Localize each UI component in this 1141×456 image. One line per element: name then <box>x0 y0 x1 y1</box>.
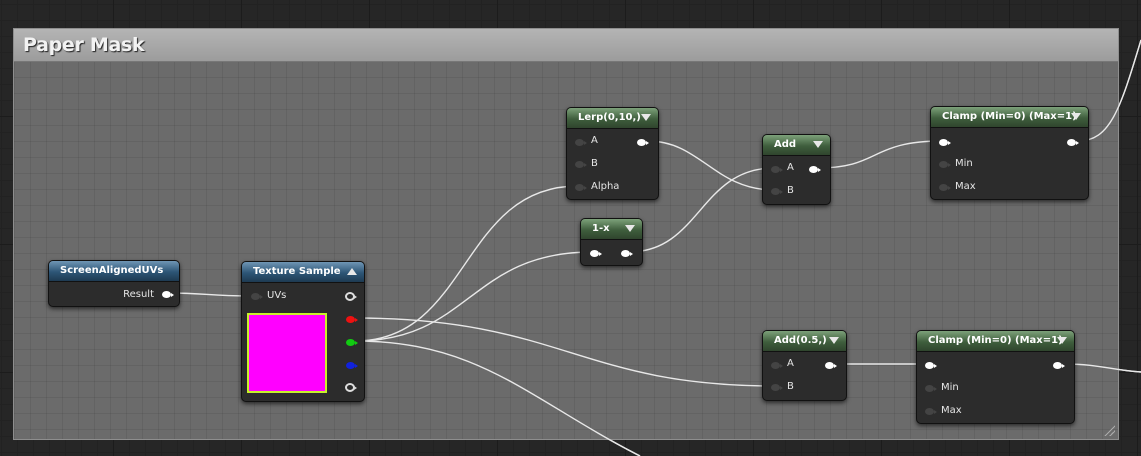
pin-label-uvs: UVs <box>267 290 287 301</box>
pin-label-b: B <box>591 158 598 169</box>
node-add[interactable]: Add A B <box>762 134 831 205</box>
output-pin[interactable] <box>809 166 821 173</box>
node-lerp[interactable]: Lerp(0,10,) A B Alpha <box>566 107 659 200</box>
node-texture-sample[interactable]: Texture Sample UVs <box>241 261 365 402</box>
pin-label-b: B <box>787 381 794 392</box>
node-header[interactable]: ScreenAlignedUVs <box>49 261 179 282</box>
node-clamp-top[interactable]: Clamp (Min=0) (Max=1) Min Max <box>930 106 1089 200</box>
input-pin-value[interactable] <box>939 139 951 146</box>
collapse-arrow-icon[interactable] <box>641 114 651 121</box>
collapse-arrow-icon[interactable] <box>1071 113 1081 120</box>
input-pin-b[interactable] <box>575 161 587 168</box>
input-pin-min[interactable] <box>925 385 937 392</box>
pin-label-a: A <box>591 135 598 146</box>
collapse-arrow-icon[interactable] <box>1057 337 1067 344</box>
pin-label-a: A <box>787 162 794 173</box>
pin-label-min: Min <box>955 158 973 169</box>
input-pin-b[interactable] <box>771 188 783 195</box>
output-pin-b[interactable] <box>346 362 358 369</box>
collapse-arrow-icon[interactable] <box>347 268 357 275</box>
input-pin-max[interactable] <box>925 408 937 415</box>
node-one-minus[interactable]: 1-x <box>580 218 643 266</box>
input-pin-a[interactable] <box>575 139 587 146</box>
node-screen-aligned-uvs[interactable]: ScreenAlignedUVs Result <box>48 260 180 307</box>
node-header[interactable]: Lerp(0,10,) <box>567 108 658 129</box>
pin-label-max: Max <box>955 181 976 192</box>
node-title: Clamp (Min=0) (Max=1) <box>942 111 1077 122</box>
input-pin-value[interactable] <box>925 362 937 369</box>
node-title: Add <box>774 139 797 150</box>
node-clamp-bottom[interactable]: Clamp (Min=0) (Max=1) Min Max <box>916 330 1075 424</box>
output-pin[interactable] <box>637 139 649 146</box>
node-header[interactable]: Clamp (Min=0) (Max=1) <box>931 107 1088 128</box>
input-pin-uvs[interactable] <box>251 293 263 300</box>
input-pin-a[interactable] <box>771 362 783 369</box>
node-header[interactable]: Texture Sample <box>242 262 364 283</box>
node-title: Texture Sample <box>253 266 341 277</box>
pin-label-a: A <box>787 358 794 369</box>
output-pin-r[interactable] <box>346 316 358 323</box>
output-pin[interactable] <box>825 362 837 369</box>
node-title: Clamp (Min=0) (Max=1) <box>928 335 1063 346</box>
node-title: Add(0.5,) <box>774 335 827 346</box>
node-title: ScreenAlignedUVs <box>60 265 164 276</box>
pin-label-max: Max <box>941 405 962 416</box>
pin-label-alpha: Alpha <box>591 181 620 192</box>
resize-grip-icon[interactable] <box>1103 424 1115 436</box>
input-pin-a[interactable] <box>771 166 783 173</box>
output-pin-a[interactable] <box>345 383 357 392</box>
output-pin[interactable] <box>1067 139 1079 146</box>
output-pin[interactable] <box>1053 362 1065 369</box>
node-header[interactable]: Clamp (Min=0) (Max=1) <box>917 331 1074 352</box>
input-pin[interactable] <box>590 250 602 257</box>
output-pin-rgb[interactable] <box>345 292 357 301</box>
node-title: 1-x <box>592 223 610 234</box>
collapse-arrow-icon[interactable] <box>829 337 839 344</box>
node-header[interactable]: Add(0.5,) <box>763 331 846 352</box>
input-pin-b[interactable] <box>771 384 783 391</box>
output-pin-result[interactable] <box>162 291 174 298</box>
comment-header[interactable]: Paper Mask <box>14 29 1118 62</box>
collapse-arrow-icon[interactable] <box>813 141 823 148</box>
node-title: Lerp(0,10,) <box>578 112 641 123</box>
pin-label-min: Min <box>941 382 959 393</box>
collapse-arrow-icon[interactable] <box>625 225 635 232</box>
node-add-half[interactable]: Add(0.5,) A B <box>762 330 847 401</box>
input-pin-max[interactable] <box>939 184 951 191</box>
node-header[interactable]: 1-x <box>581 219 642 240</box>
output-pin-g[interactable] <box>346 339 358 346</box>
pin-label-b: B <box>787 185 794 196</box>
comment-title: Paper Mask <box>23 34 145 56</box>
input-pin-min[interactable] <box>939 161 951 168</box>
input-pin-alpha[interactable] <box>575 184 587 191</box>
output-pin[interactable] <box>621 250 633 257</box>
node-header[interactable]: Add <box>763 135 830 156</box>
texture-preview <box>247 313 327 393</box>
pin-label-result: Result <box>123 289 154 300</box>
